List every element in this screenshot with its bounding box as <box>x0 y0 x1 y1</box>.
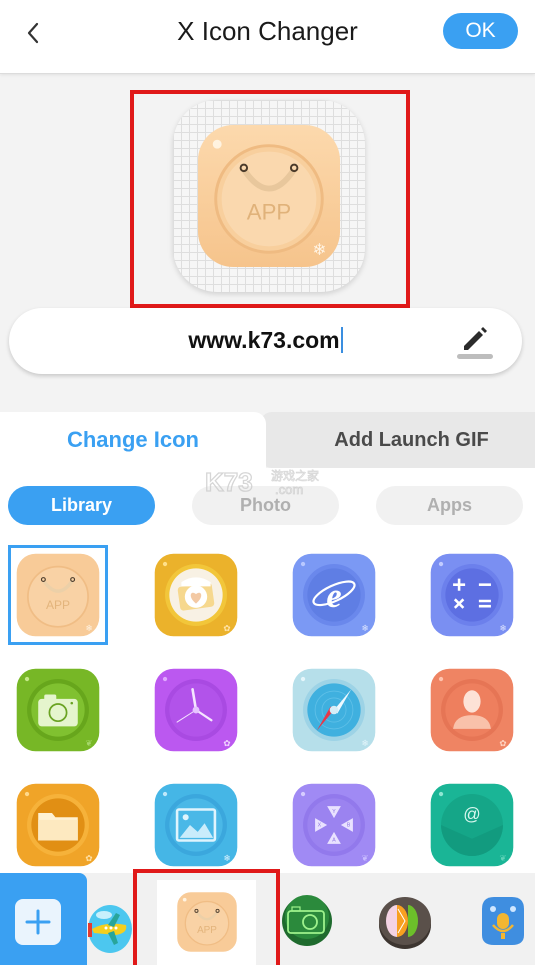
main-tabs: Add Launch GIF Change Icon <box>0 412 535 468</box>
svg-text:APP: APP <box>247 200 291 225</box>
edit-name-button[interactable] <box>454 322 494 362</box>
library-icon-camera[interactable]: ❦ <box>8 660 108 760</box>
email-icon: @ ❦ <box>430 783 514 867</box>
add-icon-tile <box>15 899 61 945</box>
icon-preview-grid: APP ❄ <box>173 100 365 292</box>
library-icon-calculator[interactable]: ❄ <box>422 545 522 645</box>
folder-icon: ✿ <box>16 783 100 867</box>
gallery-icon: ❄ <box>154 783 238 867</box>
library-icon-compass[interactable]: ❄ <box>284 660 384 760</box>
camera-heart-icon: ✿ <box>154 553 238 637</box>
fruit-slices-icon <box>379 897 431 949</box>
svg-text:❄: ❄ <box>361 738 368 748</box>
svg-text:X: X <box>318 823 322 829</box>
icon-preview-frame: APP ❄ <box>130 90 410 308</box>
svg-text:@: @ <box>463 804 480 824</box>
svg-text:❄: ❄ <box>312 241 326 259</box>
library-icon-email[interactable]: @ ❦ <box>422 775 522 875</box>
browser-ie-icon: e ❄ <box>292 553 376 637</box>
svg-text:❄: ❄ <box>361 623 368 633</box>
camera-icon: ❦ <box>16 668 100 752</box>
calculator-icon: ❄ <box>430 553 514 637</box>
ok-button[interactable]: OK <box>443 13 518 49</box>
compass-icon: ❄ <box>292 668 376 752</box>
library-icon-camera-heart[interactable]: ✿ <box>146 545 246 645</box>
icon-changer-screen: X Icon Changer OK APP ❄ www.k73.com Add … <box>0 0 535 965</box>
contacts-icon: ✿ <box>430 668 514 752</box>
plus-icon <box>25 909 51 935</box>
library-icon-browser[interactable]: e ❄ <box>284 545 384 645</box>
library-icon-gallery[interactable]: ❄ <box>146 775 246 875</box>
gamepad-icon: Y A X B ❦ <box>292 783 376 867</box>
svg-text:APP: APP <box>46 598 70 612</box>
svg-text:A: A <box>332 837 336 843</box>
svg-text:B: B <box>347 823 351 829</box>
svg-text:❄: ❄ <box>499 623 506 633</box>
recent-icon-fruit[interactable] <box>378 895 432 954</box>
library-icon-gamepad[interactable]: Y A X B ❦ <box>284 775 384 875</box>
tab-change-icon[interactable]: Change Icon <box>0 412 266 468</box>
svg-text:APP: APP <box>197 925 217 936</box>
svg-text:✿: ✿ <box>223 738 230 748</box>
svg-text:✿: ✿ <box>499 738 506 748</box>
airplane-bubble-icon <box>88 905 132 953</box>
text-caret <box>340 327 343 353</box>
subtab-library[interactable]: Library <box>8 486 155 525</box>
svg-text:❦: ❦ <box>361 853 368 863</box>
library-icon-app-store[interactable]: APP ❄ <box>8 545 108 645</box>
subtab-apps[interactable]: Apps <box>376 486 523 525</box>
library-icon-folder[interactable]: ✿ <box>8 775 108 875</box>
svg-text:❦: ❦ <box>499 853 506 863</box>
app-header: X Icon Changer OK <box>0 0 535 74</box>
green-camera-icon <box>282 895 332 946</box>
library-icon-contacts[interactable]: ✿ <box>422 660 522 760</box>
add-icon-button[interactable] <box>0 873 87 965</box>
svg-text:❄: ❄ <box>85 623 92 633</box>
svg-text:❄: ❄ <box>223 853 230 863</box>
library-icon-clock[interactable]: ✿ <box>146 660 246 760</box>
subtab-photo[interactable]: Photo <box>192 486 339 525</box>
recent-icon-airplane[interactable] <box>86 903 132 958</box>
recent-icon-bird-mic[interactable] <box>478 895 528 952</box>
clock-icon: ✿ <box>154 668 238 752</box>
app-store-icon: APP <box>177 892 237 952</box>
recent-icon-app-store[interactable]: APP <box>176 891 238 958</box>
recent-icons-bar: APP <box>0 873 535 965</box>
app-store-bag-icon: APP ❄ <box>197 124 341 268</box>
bird-microphone-icon <box>482 897 524 945</box>
tab-add-launch-gif[interactable]: Add Launch GIF <box>260 412 535 468</box>
pencil-icon <box>457 327 493 359</box>
app-store-icon: APP ❄ <box>16 553 100 637</box>
icon-name-value[interactable]: www.k73.com <box>9 327 522 354</box>
svg-text:✿: ✿ <box>223 623 230 633</box>
svg-text:❦: ❦ <box>85 738 92 748</box>
svg-text:Y: Y <box>332 809 336 815</box>
svg-text:✿: ✿ <box>85 853 92 863</box>
recent-icon-green-camera[interactable] <box>282 895 332 952</box>
icon-name-input[interactable]: www.k73.com <box>9 308 522 374</box>
